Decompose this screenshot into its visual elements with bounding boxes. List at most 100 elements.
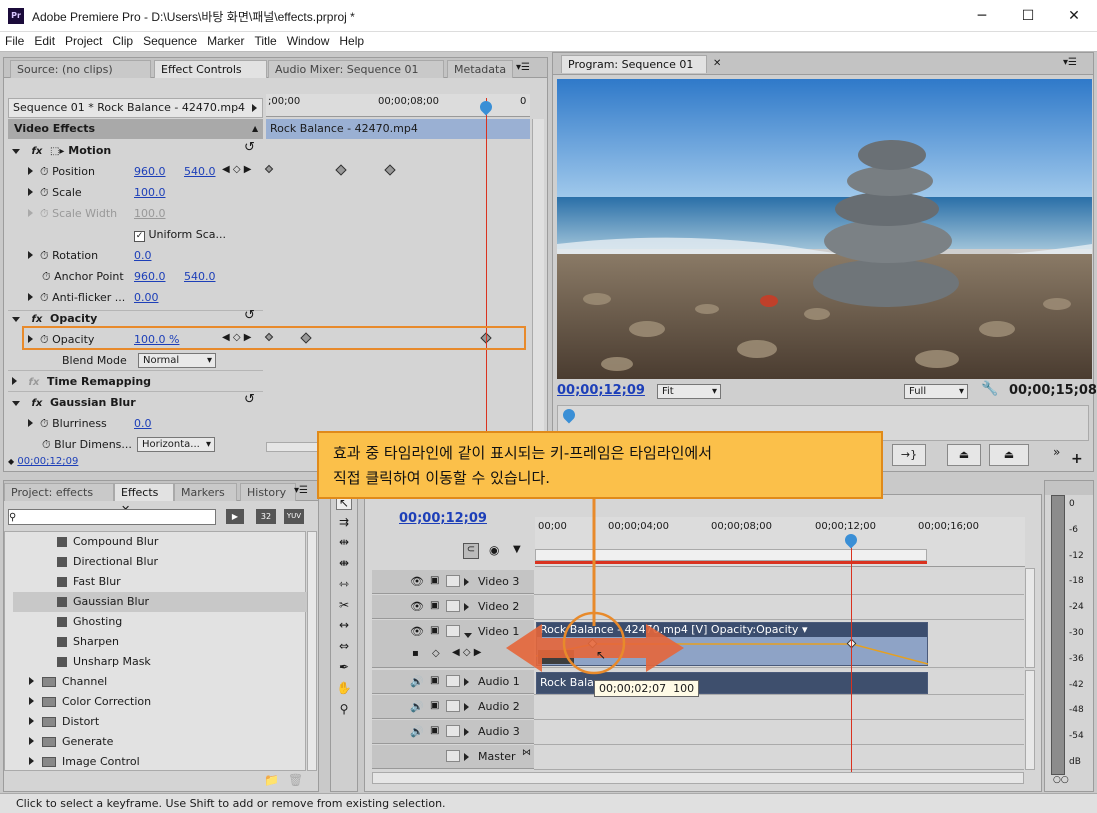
yuv-badge[interactable]: YUV xyxy=(284,509,304,524)
uniform-scale-checkbox[interactable]: ✓ Uniform Sca... xyxy=(134,228,226,242)
stopwatch-icon[interactable]: ⏱ xyxy=(40,417,49,430)
lock-icon[interactable]: ▣ xyxy=(430,700,439,711)
video-tracks-scrollbar[interactable] xyxy=(1025,568,1035,668)
add-button-icon[interactable]: + xyxy=(1071,451,1083,467)
keyframe-marker[interactable] xyxy=(264,164,274,174)
scale-value[interactable]: 100.0 xyxy=(134,186,166,199)
tab-history[interactable]: History xyxy=(240,483,296,501)
expand-icon[interactable] xyxy=(29,737,34,745)
track-target-toggle[interactable] xyxy=(446,725,460,737)
motion-row[interactable]: fx ⬚▸ Motion xyxy=(12,140,262,161)
snap-icon[interactable]: ⊂ xyxy=(463,543,479,559)
position-y-value[interactable]: 540.0 xyxy=(184,165,216,178)
wrench-icon[interactable]: 🔧 xyxy=(981,381,998,397)
effect-controls-timecode[interactable]: ◆ 00;00;12;09 xyxy=(8,456,78,467)
eye-icon[interactable]: 👁 xyxy=(410,600,424,613)
track-target-toggle[interactable] xyxy=(446,750,460,762)
menu-help[interactable]: Help xyxy=(334,32,369,50)
more-controls-icon[interactable]: » xyxy=(1053,445,1060,459)
audio-tracks-scrollbar[interactable] xyxy=(1025,670,1035,770)
gaussian-blur-row[interactable]: fx Gaussian Blur xyxy=(12,392,136,413)
tab-source[interactable]: Source: (no clips) xyxy=(10,60,151,78)
effect-item[interactable]: Compound Blur xyxy=(13,532,311,552)
tab-metadata[interactable]: Metadata xyxy=(447,60,513,78)
expand-icon[interactable] xyxy=(28,167,33,175)
delete-icon[interactable]: 🗑 xyxy=(288,773,303,787)
menu-marker[interactable]: Marker xyxy=(202,32,249,50)
expand-icon[interactable] xyxy=(28,419,33,427)
motion-transform-icon[interactable]: ⬚▸ xyxy=(50,146,64,157)
blend-mode-select[interactable]: Normal xyxy=(138,353,216,368)
keyframe-nav-icon[interactable]: ◀ ◇ ▶ xyxy=(222,164,251,175)
lane-audio-3[interactable] xyxy=(534,720,1024,745)
stopwatch-icon[interactable]: ⏱ xyxy=(40,165,49,178)
fit-select[interactable]: Fit xyxy=(657,384,721,399)
accelerated-effects-icon[interactable]: ▶ xyxy=(226,509,244,524)
blur-dimensions-select[interactable]: Horizonta... xyxy=(137,437,215,452)
effect-folder[interactable]: Generate xyxy=(13,732,311,752)
menu-title[interactable]: Title xyxy=(249,32,281,50)
panel-menu-icon[interactable]: ▾☰ xyxy=(516,62,530,73)
slide-tool-icon[interactable]: ⇔ xyxy=(336,638,352,654)
stopwatch-icon[interactable]: ⏱ xyxy=(40,186,49,199)
expand-icon[interactable] xyxy=(28,188,33,196)
menu-window[interactable]: Window xyxy=(282,32,335,50)
program-timecode[interactable]: 00;00;12;09 xyxy=(557,383,645,398)
keyframe-nav-icon[interactable]: ◀ ◇ ▶ xyxy=(452,647,481,658)
razor-tool-icon[interactable]: ✂ xyxy=(336,597,352,613)
time-remapping-row[interactable]: fx Time Remapping xyxy=(12,371,151,392)
checkbox-check-icon[interactable]: ✓ xyxy=(134,231,145,242)
stopwatch-icon[interactable]: ⏱ xyxy=(40,249,49,262)
effects-search-input[interactable]: ⚲ xyxy=(8,509,216,525)
tab-effect-controls[interactable]: Effect Controls xyxy=(154,60,267,78)
solo-icon[interactable]: ○○ xyxy=(1053,775,1069,785)
expand-icon[interactable] xyxy=(464,578,469,586)
expand-icon[interactable] xyxy=(464,603,469,611)
timeline-horizontal-scrollbar[interactable] xyxy=(372,772,1024,784)
keyframe-display-icon[interactable]: ◇ xyxy=(432,648,440,659)
effect-folder[interactable]: Image Control xyxy=(13,752,311,772)
expand-icon[interactable] xyxy=(464,703,469,711)
maximize-button[interactable]: ☐ xyxy=(1005,0,1051,32)
rolling-edit-tool-icon[interactable]: ⇼ xyxy=(336,555,352,571)
timeline-timecode[interactable]: 00;00;12;09 xyxy=(399,511,487,526)
display-style-icon[interactable]: ▪ xyxy=(412,648,419,659)
collapse-icon[interactable]: ▲ xyxy=(252,124,258,133)
eye-icon[interactable]: 👁 xyxy=(410,575,424,588)
reset-icon[interactable]: ↺ xyxy=(244,392,255,407)
expand-icon[interactable] xyxy=(12,401,20,406)
effect-item[interactable]: Gaussian Blur xyxy=(13,592,311,612)
expand-icon[interactable] xyxy=(29,697,34,705)
anchor-y-value[interactable]: 540.0 xyxy=(184,270,216,283)
track-target-toggle[interactable] xyxy=(446,700,460,712)
blurriness-value[interactable]: 0.0 xyxy=(134,417,152,430)
speaker-icon[interactable]: 🔊 xyxy=(410,725,424,738)
play-arrow-icon[interactable] xyxy=(252,104,257,112)
expand-icon[interactable] xyxy=(464,678,469,686)
eye-icon[interactable]: 👁 xyxy=(410,625,424,638)
expand-icon[interactable] xyxy=(29,717,34,725)
rotation-value[interactable]: 0.0 xyxy=(134,249,152,262)
keyframe-marker[interactable] xyxy=(384,164,396,176)
meter-tab[interactable] xyxy=(1045,481,1093,495)
keyframe-marker[interactable] xyxy=(335,164,347,176)
speaker-icon[interactable]: 🔊 xyxy=(410,700,424,713)
pen-tool-icon[interactable]: ✒ xyxy=(336,659,352,675)
track-target-toggle[interactable] xyxy=(446,675,460,687)
ripple-edit-tool-icon[interactable]: ⇹ xyxy=(336,534,352,550)
reset-icon[interactable]: ↺ xyxy=(244,308,255,323)
effect-folder[interactable]: Color Correction xyxy=(13,692,311,712)
slip-tool-icon[interactable]: ↔ xyxy=(336,617,352,633)
expand-icon[interactable] xyxy=(28,251,33,259)
close-tab-icon[interactable]: ✕ xyxy=(713,58,721,69)
expand-icon[interactable] xyxy=(29,677,34,685)
reset-icon[interactable]: ↺ xyxy=(244,140,255,155)
go-to-out-button[interactable]: →} xyxy=(892,444,926,466)
effect-item[interactable]: Fast Blur xyxy=(13,572,311,592)
track-select-tool-icon[interactable]: ⇉ xyxy=(336,514,352,530)
expand-icon[interactable] xyxy=(12,377,17,385)
quality-select[interactable]: Full xyxy=(904,384,968,399)
expand-icon[interactable] xyxy=(28,293,33,301)
minimize-button[interactable]: ─ xyxy=(959,0,1005,32)
stopwatch-icon[interactable]: ⏱ xyxy=(40,291,49,304)
